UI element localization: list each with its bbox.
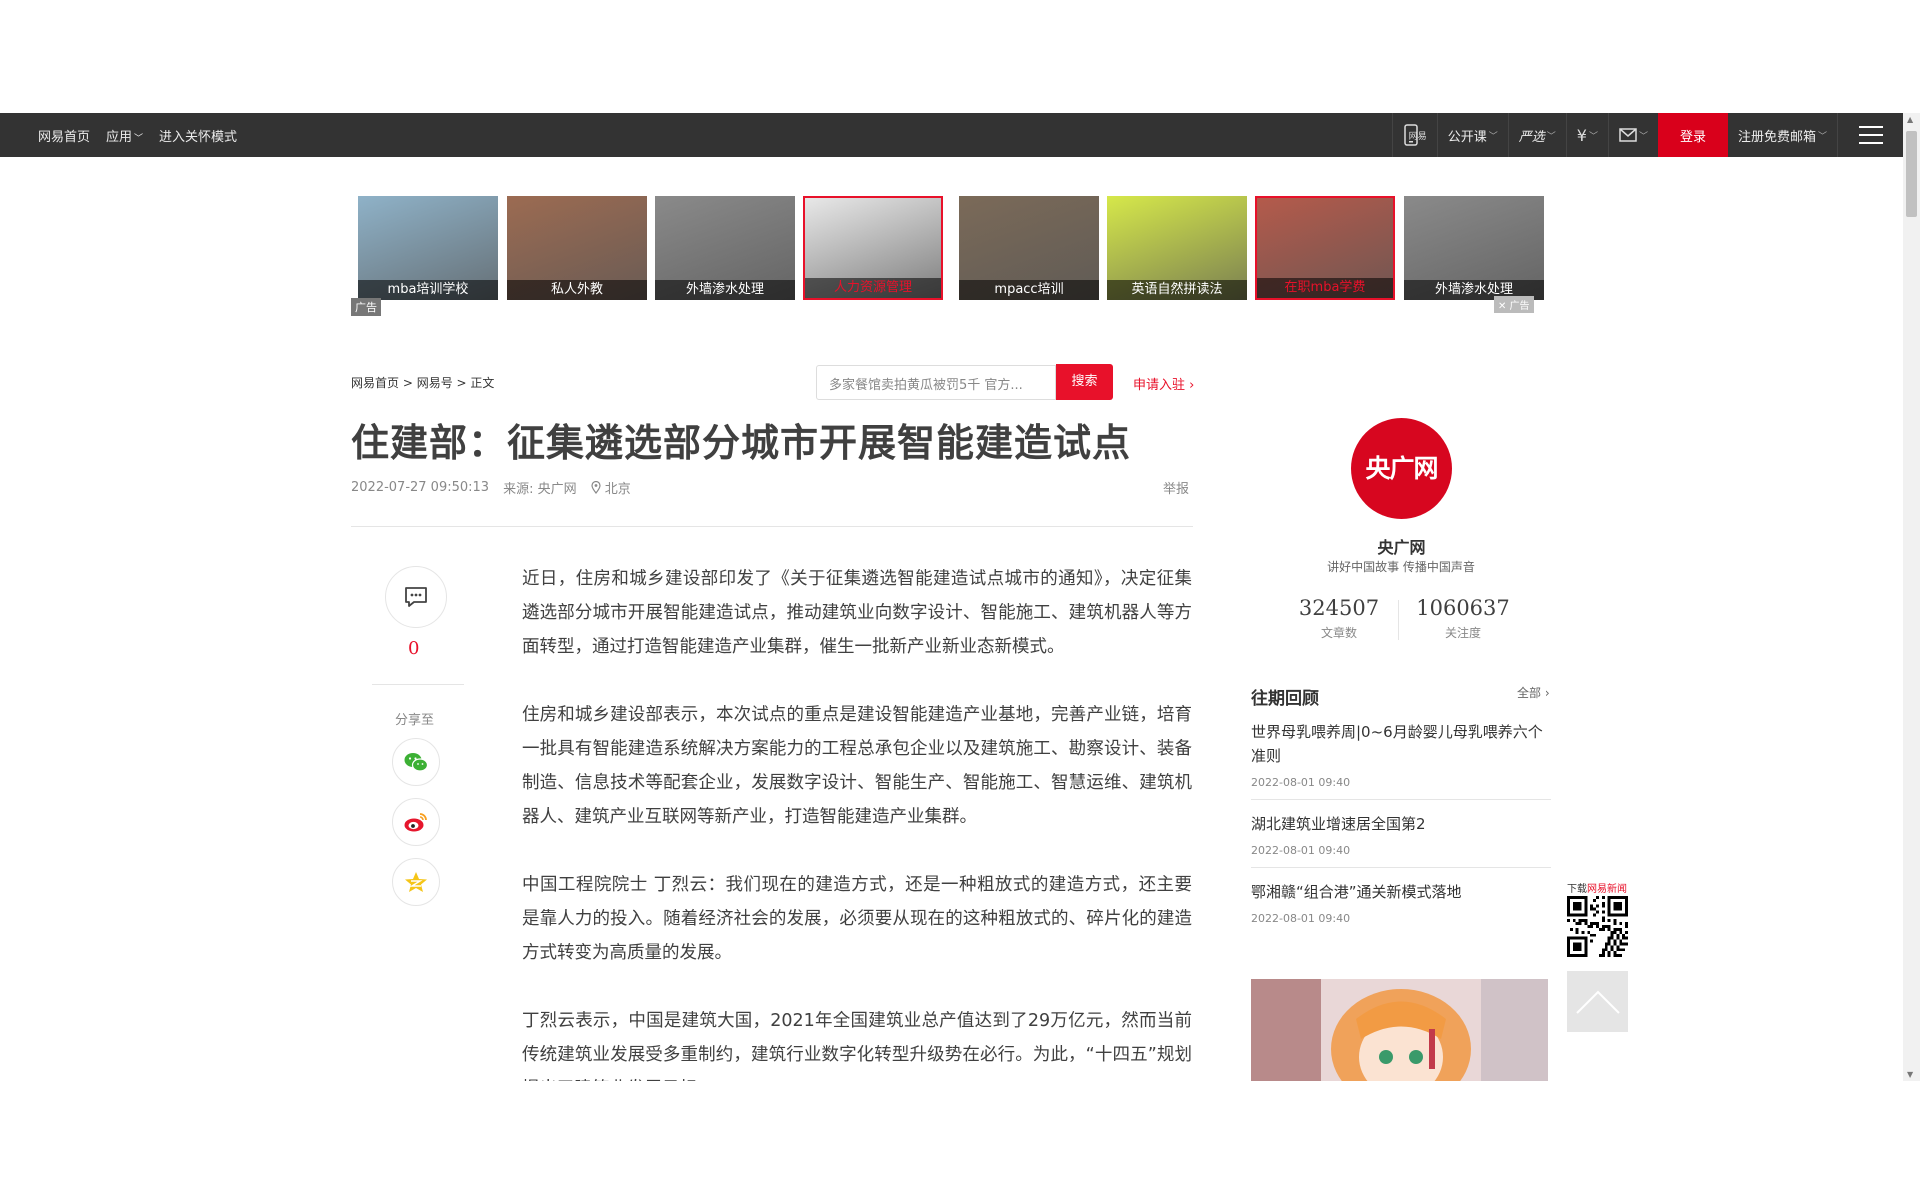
review-item-date: 2022-08-01 09:40: [1251, 776, 1351, 789]
review-item-date: 2022-08-01 09:40: [1251, 912, 1351, 925]
article-title: 住建部：征集遴选部分城市开展智能建造试点: [351, 421, 1132, 465]
weibo-icon: [404, 813, 427, 832]
qr-label-prefix: 下载: [1567, 884, 1587, 895]
publish-time: 2022-07-27 09:50:13: [351, 480, 490, 495]
review-item-title: 鄂湘赣“组合港”通关新模式落地: [1251, 883, 1462, 901]
breadcrumb: 网易首页 > 网易号 > 正文: [351, 374, 494, 391]
search-button[interactable]: 搜索: [1056, 364, 1113, 400]
article-meta: 2022-07-27 09:50:13 来源: 央广网 北京: [351, 478, 631, 497]
follow-count: 1060637: [1416, 596, 1510, 620]
breadcrumb-separator: >: [452, 376, 471, 390]
source-slogan: 讲好中国故事 传播中国声音: [1327, 560, 1475, 574]
article-paragraph: 中国工程院院士 丁烈云：我们现在的建造方式，还是一种粗放式的建造方式，还主要是靠…: [522, 875, 1192, 963]
article-location: 北京: [590, 478, 631, 497]
location-pin-icon: [590, 480, 601, 494]
review-list: 世界母乳喂养周|0~6月龄婴儿母乳喂养六个准则 2022-08-01 09:40…: [1251, 720, 1551, 947]
breadcrumb-current: 正文: [470, 376, 495, 390]
share-label: 分享至: [395, 713, 435, 728]
article-paragraph: 近日，住房和城乡建设部印发了《关于征集遴选智能建造试点城市的通知》，决定征集遴选…: [522, 569, 1192, 657]
review-all-link[interactable]: 全部 ›: [1517, 684, 1550, 701]
page-scrollbar[interactable]: ▲ ▼: [1903, 113, 1920, 1081]
article-viewport: 网易首页 > 网易号 > 正文 多家餐馆卖拍黄瓜被罚5千 官方... 搜索 申请…: [0, 0, 1903, 1081]
review-list-item[interactable]: 鄂湘赣“组合港”通关新模式落地 2022-08-01 09:40: [1251, 880, 1551, 935]
scroll-up-arrow-icon[interactable]: ▲: [1907, 115, 1913, 124]
share-weibo-button[interactable]: [392, 798, 440, 846]
review-item-title: 湖北建筑业增速居全国第2: [1251, 815, 1426, 833]
follow-label: 关注度: [1444, 626, 1481, 640]
breadcrumb-home[interactable]: 网易首页: [351, 376, 399, 390]
qr-label-brand: 网易新闻: [1587, 884, 1627, 895]
comment-button[interactable]: [385, 566, 447, 628]
qr-download-label: 下载网易新闻: [1567, 880, 1627, 895]
wechat-icon: [404, 753, 429, 772]
scrollbar-thumb[interactable]: [1906, 131, 1917, 217]
report-link[interactable]: 举报: [1163, 478, 1189, 497]
articles-stat: 324507 文章数: [1279, 596, 1399, 641]
qzone-star-icon: [405, 872, 427, 892]
breadcrumb-section[interactable]: 网易号: [417, 376, 453, 390]
article-source: 来源: 央广网: [503, 482, 577, 497]
chevron-up-icon: [1575, 990, 1620, 1014]
articles-label: 文章数: [1320, 626, 1357, 640]
breadcrumb-separator: >: [399, 376, 417, 390]
article-body: 近日，住房和城乡建设部印发了《关于征集遴选智能建造试点城市的通知》，决定征集遴选…: [522, 562, 1192, 1081]
review-list-item[interactable]: 世界母乳喂养周|0~6月龄婴儿母乳喂养六个准则 2022-08-01 09:40: [1251, 720, 1551, 800]
review-section-title: 往期回顾: [1251, 689, 1319, 709]
search-input[interactable]: 多家餐馆卖拍黄瓜被罚5千 官方...: [816, 365, 1056, 400]
review-list-item[interactable]: 湖北建筑业增速居全国第2 2022-08-01 09:40: [1251, 812, 1551, 868]
comment-count[interactable]: 0: [408, 638, 419, 659]
share-qzone-button[interactable]: [392, 858, 440, 906]
source-name[interactable]: 央广网: [1351, 534, 1452, 558]
review-all-label: 全部: [1517, 686, 1542, 700]
article-paragraph: 丁烈云表示，中国是建筑大国，2021年全国建筑业总产值达到了29万亿元，然而当前…: [522, 1011, 1192, 1081]
chevron-right-icon: ›: [1189, 378, 1195, 393]
share-divider: [372, 684, 464, 685]
articles-count: 324507: [1298, 596, 1380, 620]
scroll-down-arrow-icon[interactable]: ▼: [1907, 1070, 1913, 1079]
review-item-date: 2022-08-01 09:40: [1251, 844, 1351, 857]
anime-girl-illustration: [1251, 979, 1548, 1081]
location-label: 北京: [604, 482, 631, 497]
share-wechat-button[interactable]: [392, 738, 440, 786]
qr-code: [1567, 896, 1628, 957]
comment-bubble-icon: [405, 587, 427, 607]
apply-join-label: 申请入驻: [1133, 378, 1186, 393]
review-item-title: 世界母乳喂养周|0~6月龄婴儿母乳喂养六个准则: [1251, 723, 1543, 765]
source-avatar[interactable]: 央广网: [1351, 418, 1452, 519]
title-divider: [351, 526, 1193, 527]
follow-stat: 1060637 关注度: [1403, 596, 1523, 641]
apply-join-link[interactable]: 申请入驻 ›: [1133, 374, 1194, 393]
stat-divider: [1398, 600, 1399, 640]
article-paragraph: 住房和城乡建设部表示，本次试点的重点是建设智能建造产业基地，完善产业链，培育一批…: [522, 705, 1192, 827]
sidebar-promo-image[interactable]: [1251, 979, 1548, 1081]
chevron-right-icon: ›: [1544, 686, 1550, 700]
back-to-top-button[interactable]: [1567, 971, 1628, 1032]
